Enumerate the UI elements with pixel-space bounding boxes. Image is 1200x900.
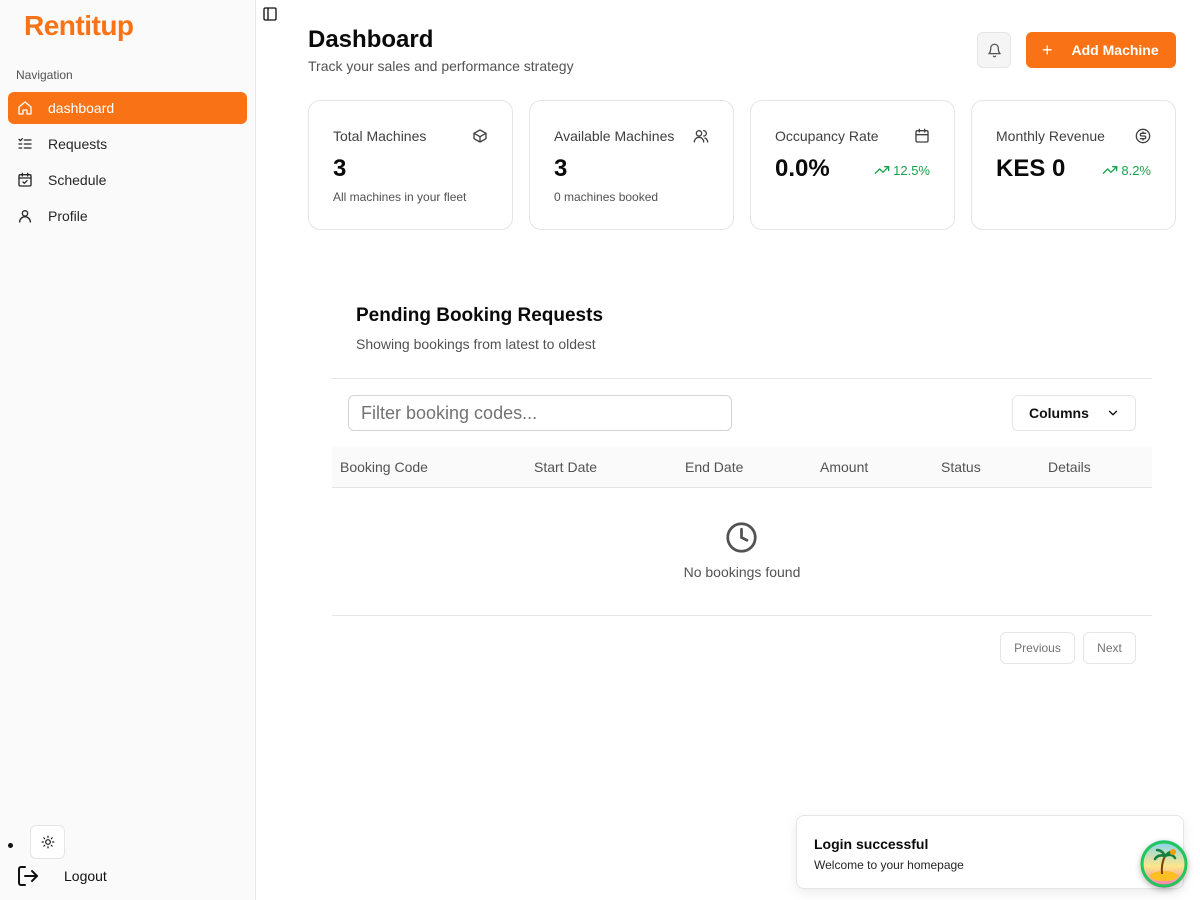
stat-trend: 12.5%	[874, 162, 930, 178]
stat-value: 3	[554, 155, 568, 182]
sidebar: Rentitup Navigation dashboard Requests S…	[0, 0, 256, 900]
box-icon	[472, 128, 488, 144]
column-header-status[interactable]: Status	[941, 459, 981, 475]
add-machine-label: Add Machine	[1071, 42, 1159, 58]
stat-label: Total Machines	[333, 128, 427, 144]
column-header-amount[interactable]: Amount	[820, 459, 868, 475]
columns-dropdown-button[interactable]: Columns	[1012, 395, 1136, 431]
logout-icon	[16, 864, 40, 888]
panel-left-icon	[262, 6, 278, 22]
trending-up-icon	[1103, 166, 1118, 174]
stat-label: Occupancy Rate	[775, 128, 879, 144]
user-icon	[17, 208, 33, 224]
stat-card-monthly-revenue: Monthly Revenue KES 0 8.2%	[971, 100, 1176, 230]
logout-label: Logout	[64, 868, 107, 884]
users-icon	[693, 128, 709, 144]
toast-notification[interactable]: Login successful Welcome to your homepag…	[796, 815, 1184, 889]
brand-logo[interactable]: Rentitup	[24, 10, 134, 42]
sidebar-nav: dashboard Requests Schedule Profile	[8, 92, 247, 236]
home-icon	[17, 100, 33, 116]
calendar-icon	[914, 128, 930, 144]
dollar-circle-icon	[1135, 128, 1151, 144]
stat-trend-value: 12.5%	[893, 162, 930, 178]
stat-value: 3	[333, 155, 347, 182]
sun-icon	[41, 835, 55, 849]
list-check-icon	[17, 136, 33, 152]
stat-subtext: 0 machines booked	[554, 190, 659, 204]
column-header-details[interactable]: Details	[1048, 459, 1091, 475]
previous-page-button[interactable]: Previous	[1000, 632, 1075, 664]
sidebar-item-profile[interactable]: Profile	[8, 200, 247, 232]
divider	[332, 615, 1152, 616]
stat-subtext: All machines in your fleet	[333, 190, 467, 204]
empty-state-text: No bookings found	[683, 564, 801, 580]
sidebar-item-label: dashboard	[48, 100, 115, 116]
stat-card-total-machines: Total Machines 3 All machines in your fl…	[308, 100, 513, 230]
table-header-row: Booking Code Start Date End Date Amount …	[332, 447, 1152, 488]
section-title: Pending Booking Requests	[356, 305, 604, 326]
beach-avatar-icon	[1140, 840, 1188, 888]
column-header-booking-code[interactable]: Booking Code	[340, 459, 428, 475]
bell-icon	[987, 43, 1002, 58]
sidebar-item-schedule[interactable]: Schedule	[8, 164, 247, 196]
sidebar-item-dashboard[interactable]: dashboard	[8, 92, 247, 124]
theme-toggle-button[interactable]	[30, 825, 65, 859]
trending-up-icon	[874, 166, 890, 174]
clock-icon	[725, 521, 758, 554]
notifications-button[interactable]	[977, 32, 1011, 68]
column-header-start-date[interactable]: Start Date	[534, 459, 597, 475]
sidebar-item-label: Schedule	[48, 172, 107, 188]
assistant-avatar-button[interactable]	[1140, 840, 1188, 888]
stat-value: 0.0%	[775, 155, 830, 182]
sidebar-item-label: Profile	[48, 208, 88, 224]
toast-message: Welcome to your homepage	[814, 858, 964, 872]
add-machine-button[interactable]: + Add Machine	[1026, 32, 1176, 68]
stat-trend: 8.2%	[1102, 162, 1151, 178]
column-header-end-date[interactable]: End Date	[685, 459, 743, 475]
logout-button[interactable]: Logout	[16, 864, 107, 888]
sidebar-item-label: Requests	[48, 136, 108, 152]
stat-value: KES 0	[996, 155, 1066, 182]
plus-icon: +	[1042, 40, 1053, 60]
stat-label: Monthly Revenue	[996, 128, 1105, 144]
sidebar-item-requests[interactable]: Requests	[8, 128, 247, 160]
stat-card-occupancy-rate: Occupancy Rate 0.0% 12.5%	[750, 100, 955, 230]
chevron-down-icon	[1108, 410, 1118, 416]
divider	[332, 378, 1152, 379]
columns-label: Columns	[1029, 405, 1089, 421]
calendar-check-icon	[17, 172, 33, 188]
stat-label: Available Machines	[554, 128, 675, 144]
page-title: Dashboard	[308, 26, 434, 53]
section-subtitle: Showing bookings from latest to oldest	[356, 336, 596, 352]
next-page-button[interactable]: Next	[1083, 632, 1136, 664]
list-bullet	[8, 843, 13, 848]
nav-group-label: Navigation	[16, 68, 73, 82]
page-subtitle: Track your sales and performance strateg…	[308, 58, 574, 74]
stat-card-available-machines: Available Machines 3 0 machines booked	[529, 100, 734, 230]
filter-booking-codes-input[interactable]	[348, 395, 732, 431]
stat-trend-value: 8.2%	[1121, 162, 1151, 178]
sidebar-toggle-button[interactable]	[262, 6, 278, 22]
toast-title: Login successful	[814, 836, 929, 852]
